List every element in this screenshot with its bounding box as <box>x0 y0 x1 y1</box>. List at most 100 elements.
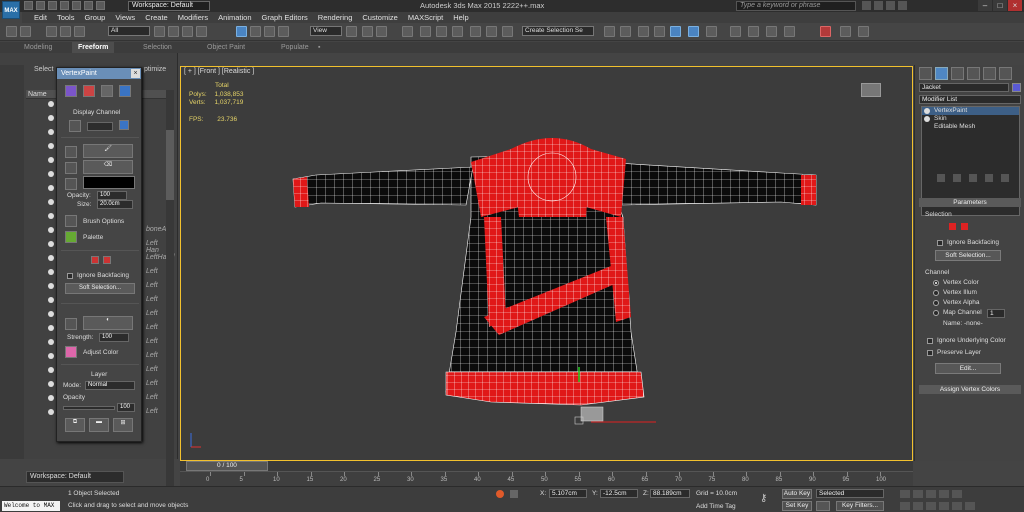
play-icon[interactable] <box>926 490 936 498</box>
x-coordinate-field[interactable]: 5.107cm <box>549 489 587 498</box>
size-field[interactable]: 20.0cm <box>97 200 133 209</box>
adjust-color-icon[interactable] <box>65 346 77 358</box>
menu-edit[interactable]: Edit <box>34 12 47 23</box>
stack-item-vertexpaint[interactable]: VertexPaint <box>922 107 1019 115</box>
edit-button[interactable]: Edit... <box>935 363 1001 374</box>
close-icon[interactable]: × <box>131 69 140 78</box>
set-key-icon[interactable] <box>816 501 830 511</box>
hierarchy-tab-icon[interactable] <box>951 67 964 80</box>
paint-brush-button[interactable]: 🖌 <box>83 144 133 158</box>
next-frame-icon[interactable] <box>939 490 949 498</box>
scene-tree-scrollbar[interactable] <box>166 90 174 510</box>
absolute-mode-icon[interactable] <box>510 490 518 498</box>
go-to-end-icon[interactable] <box>952 490 962 498</box>
infocenter-icon[interactable] <box>874 1 883 10</box>
edit-named-selections-icon[interactable] <box>470 26 481 37</box>
reference-coordinate-dropdown[interactable]: View <box>310 26 342 36</box>
track-bar[interactable]: 0 5 10 15 20 25 30 35 40 45 50 55 60 65 70 75 80 85 90 95 10… <box>180 471 913 486</box>
named-selection-sets-dropdown[interactable]: Create Selection Se <box>522 26 594 36</box>
visibility-icon[interactable] <box>48 269 54 275</box>
visibility-icon[interactable] <box>48 143 54 149</box>
menu-create[interactable]: Create <box>145 12 168 23</box>
close-button[interactable]: × <box>1008 0 1022 11</box>
auto-key-button[interactable]: Auto Key <box>782 489 812 499</box>
preserve-layer-checkbox[interactable] <box>927 350 933 356</box>
ignore-underlying-checkbox[interactable] <box>927 338 933 344</box>
pick-color-icon[interactable] <box>65 162 77 174</box>
ribbon-options-icon[interactable]: ▪ <box>318 42 320 53</box>
render-icon[interactable] <box>820 26 831 37</box>
window-crossing-icon[interactable] <box>196 26 207 37</box>
align-tool-icon[interactable] <box>620 26 631 37</box>
delete-layer-button[interactable]: ▬ <box>89 418 109 432</box>
make-unique-icon[interactable] <box>969 174 977 182</box>
palette-icon[interactable] <box>65 231 77 243</box>
map-channel-radio[interactable] <box>933 310 939 316</box>
workspace-dropdown-bottom[interactable]: Workspace: Default <box>26 471 124 483</box>
render-setup-icon[interactable] <box>748 26 759 37</box>
tab-object-paint[interactable]: Object Paint <box>207 42 245 53</box>
configure-sets-icon[interactable] <box>1001 174 1009 182</box>
channel-lock-icon[interactable] <box>119 120 129 130</box>
star-icon[interactable] <box>886 1 895 10</box>
y-coordinate-field[interactable]: -12.5cm <box>600 489 638 498</box>
layer-opacity-slider[interactable] <box>63 406 115 410</box>
menu-views[interactable]: Views <box>115 12 135 23</box>
angle-snap-icon[interactable] <box>420 26 431 37</box>
time-slider[interactable]: 0 / 100 <box>186 461 268 471</box>
unlink-icon[interactable] <box>60 26 71 37</box>
shaded-display-icon[interactable] <box>101 85 113 97</box>
redo-icon[interactable] <box>20 26 31 37</box>
pan-icon[interactable] <box>939 502 949 510</box>
eyedropper-icon[interactable] <box>65 178 77 190</box>
new-file-icon[interactable] <box>24 1 33 10</box>
blur-brush-icon[interactable] <box>65 318 77 330</box>
maxscript-listener[interactable]: Welcome to MAX <box>2 501 60 511</box>
map-channel-field[interactable]: 1 <box>987 309 1005 318</box>
object-color-swatch[interactable] <box>1012 83 1021 92</box>
menu-animation[interactable]: Animation <box>218 12 251 23</box>
menu-tools[interactable]: Tools <box>57 12 75 23</box>
undo-icon[interactable] <box>60 1 69 10</box>
tab-select[interactable]: Select <box>34 66 53 73</box>
menu-help[interactable]: Help <box>453 12 468 23</box>
help-icon[interactable] <box>898 1 907 10</box>
stack-item-editable-mesh[interactable]: Editable Mesh <box>922 123 1019 131</box>
schematic-view-icon[interactable] <box>706 26 717 37</box>
modify-tab-icon[interactable] <box>935 67 948 80</box>
zoom-all-icon[interactable] <box>913 502 923 510</box>
soft-selection-button[interactable]: Soft Selection... <box>935 250 1001 261</box>
menu-customize[interactable]: Customize <box>362 12 397 23</box>
field-of-view-icon[interactable] <box>926 502 936 510</box>
remove-modifier-icon[interactable] <box>985 174 993 182</box>
new-layer-button[interactable]: ⧉ <box>65 418 85 432</box>
key-filters-button[interactable]: Key Filters... <box>836 501 884 511</box>
open-file-icon[interactable] <box>36 1 45 10</box>
visibility-icon[interactable] <box>48 311 54 317</box>
adjust-color-label[interactable]: Adjust Color <box>83 349 118 356</box>
mode-dropdown[interactable]: Normal <box>85 381 135 390</box>
vertex-select-icon[interactable] <box>91 256 99 264</box>
show-end-result-icon[interactable] <box>953 174 961 182</box>
vertex-select-icon[interactable] <box>949 223 956 230</box>
menu-modifiers[interactable]: Modifiers <box>178 12 208 23</box>
workspace-dropdown[interactable]: Workspace: Default <box>128 1 210 11</box>
motion-tab-icon[interactable] <box>967 67 980 80</box>
pin-stack-icon[interactable] <box>937 174 945 182</box>
graphite-toolbar-icon[interactable] <box>670 26 681 37</box>
stack-item-skin[interactable]: Skin <box>922 115 1019 123</box>
curve-editor-icon[interactable] <box>688 26 699 37</box>
key-icon[interactable]: ⚷ <box>760 493 776 504</box>
condense-layers-button[interactable]: ⊞ <box>113 418 133 432</box>
visibility-icon[interactable] <box>48 129 54 135</box>
vertex-color-display-icon[interactable] <box>83 85 95 97</box>
select-manipulate-icon[interactable] <box>362 26 373 37</box>
erase-icon[interactable] <box>65 146 77 158</box>
visibility-icon[interactable] <box>48 325 54 331</box>
tab-selection[interactable]: Selection <box>143 42 172 53</box>
visibility-icon[interactable] <box>48 297 54 303</box>
vertex-paint-titlebar[interactable]: VertexPaint × <box>57 68 141 79</box>
brush-options-label[interactable]: Brush Options <box>83 218 124 225</box>
layer-opacity-field[interactable]: 100 <box>117 403 135 412</box>
menu-graph-editors[interactable]: Graph Editors <box>262 12 308 23</box>
